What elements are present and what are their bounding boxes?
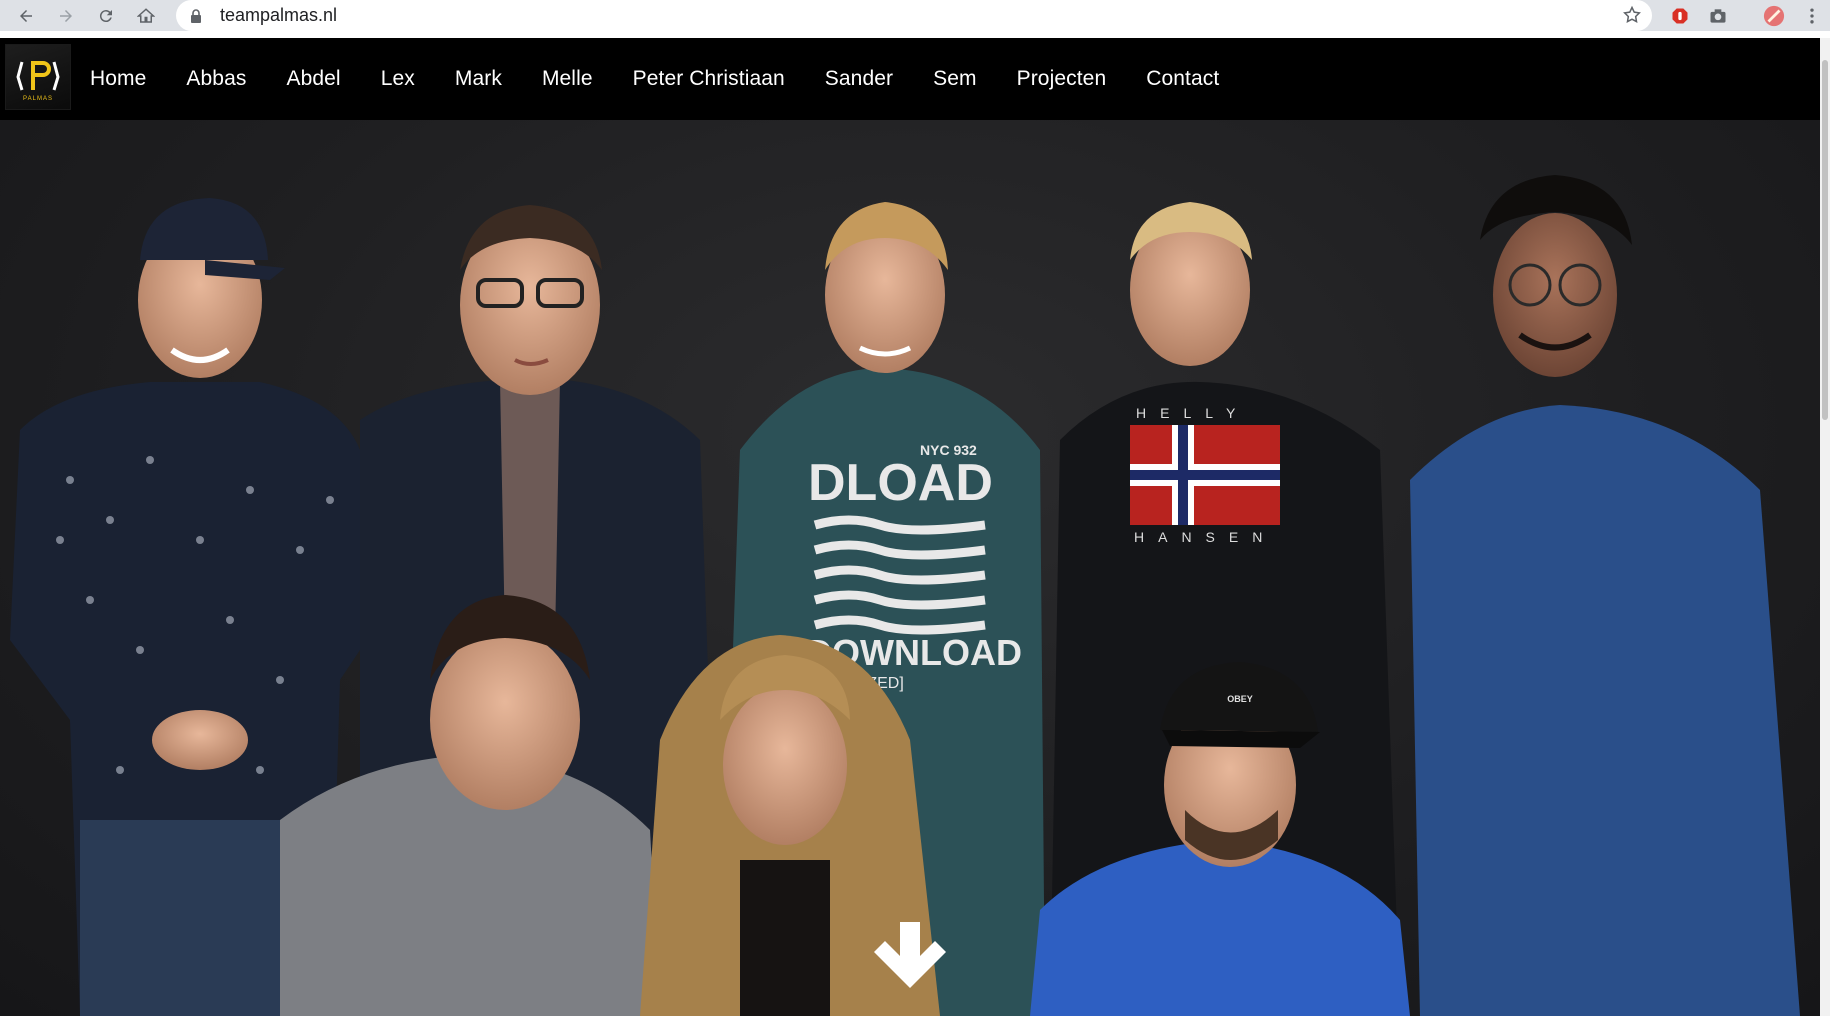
nav-sander[interactable]: Sander — [825, 67, 893, 91]
hero-team-photo: NYC 932 DLOAD DOWNLOAD UTHORIZED] HELLY — [0, 120, 1820, 1016]
bookmark-star-icon[interactable] — [1622, 5, 1642, 25]
svg-text:PALMAS: PALMAS — [23, 96, 53, 102]
extension-stop-icon[interactable] — [1668, 4, 1692, 28]
svg-text:HANSEN: HANSEN — [1134, 529, 1276, 545]
nav-mark[interactable]: Mark — [455, 67, 502, 91]
page-bottom-edge — [0, 1016, 1830, 1029]
url-text: teampalmas.nl — [220, 5, 338, 25]
nav-projecten[interactable]: Projecten — [1017, 67, 1107, 91]
lock-icon — [191, 8, 201, 23]
svg-text:DLOAD: DLOAD — [808, 454, 993, 512]
main-menu: Home Abbas Abdel Lex Mark Melle Peter Ch… — [90, 38, 1259, 120]
site-navbar: PALMAS Home Abbas Abdel Lex Mark Melle P… — [0, 38, 1820, 120]
reload-icon[interactable] — [92, 2, 120, 30]
forward-icon[interactable] — [52, 2, 80, 30]
nav-sem[interactable]: Sem — [933, 67, 976, 91]
back-icon[interactable] — [12, 2, 40, 30]
svg-text:HELLY: HELLY — [1136, 405, 1249, 421]
nav-peter-christiaan[interactable]: Peter Christiaan — [633, 67, 785, 91]
arrow-down-icon[interactable] — [873, 920, 947, 990]
home-icon[interactable] — [132, 2, 160, 30]
profile-avatar-icon[interactable] — [1762, 4, 1786, 28]
person-blue-sweater — [1410, 175, 1800, 1016]
team-photo-illustration: NYC 932 DLOAD DOWNLOAD UTHORIZED] HELLY — [10, 175, 1800, 1016]
palmas-logo-icon: PALMAS — [16, 61, 60, 102]
address-bar[interactable]: teampalmas.nl — [176, 0, 1652, 31]
browser-menu-icon[interactable] — [1800, 4, 1824, 28]
palmas-logo[interactable]: PALMAS — [5, 44, 71, 110]
nav-melle[interactable]: Melle — [542, 67, 593, 91]
nav-lex[interactable]: Lex — [381, 67, 415, 91]
nav-contact[interactable]: Contact — [1146, 67, 1219, 91]
page-scrollbar-thumb[interactable] — [1822, 60, 1828, 420]
nav-home[interactable]: Home — [90, 67, 146, 91]
svg-text:OBEY: OBEY — [1227, 694, 1253, 704]
nav-abbas[interactable]: Abbas — [186, 67, 246, 91]
nav-abdel[interactable]: Abdel — [286, 67, 340, 91]
camera-extension-icon[interactable] — [1706, 4, 1730, 28]
browser-toolbar: teampalmas.nl — [0, 0, 1830, 31]
